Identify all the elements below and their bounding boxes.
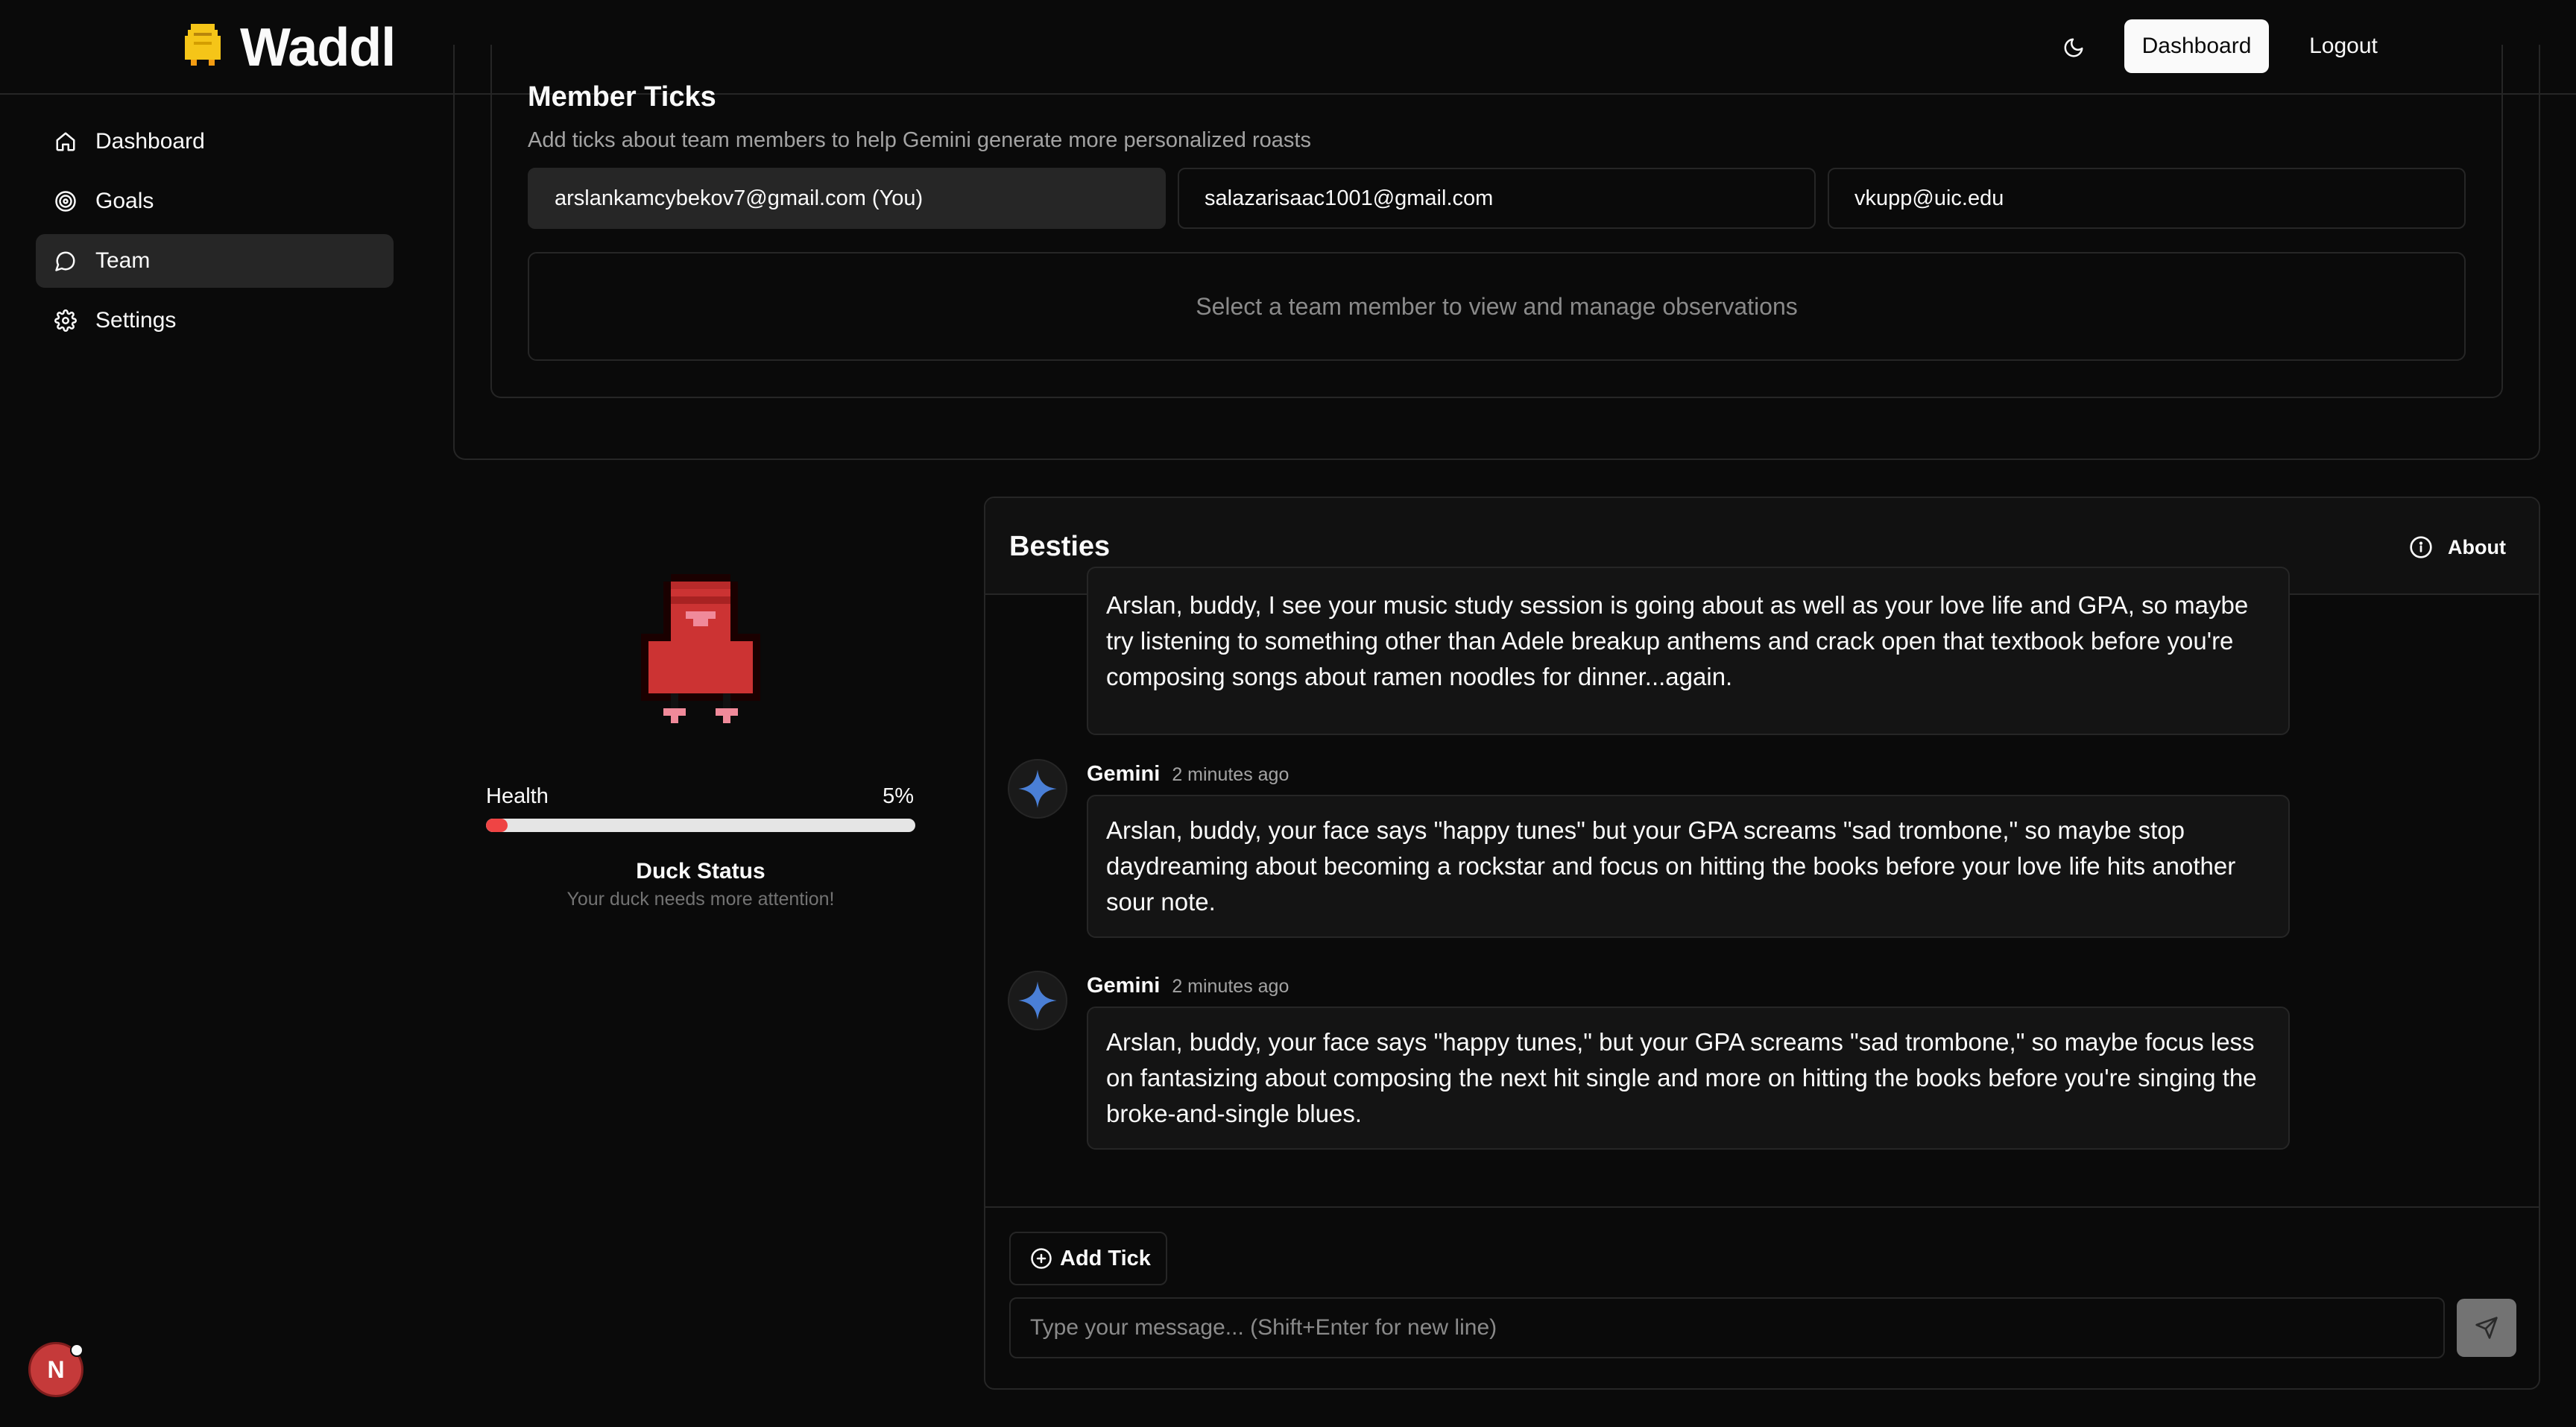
sidebar-item-dashboard[interactable]: Dashboard <box>36 115 394 168</box>
gemini-sparkle-icon <box>1018 981 1057 1020</box>
message-timestamp: 2 minutes ago <box>1172 976 1289 997</box>
message-bubble: Arslan, buddy, your face says "happy tun… <box>1087 795 2290 938</box>
duck-avatar <box>641 574 760 723</box>
member-ticks-subtitle: Add ticks about team members to help Gem… <box>528 128 1311 152</box>
send-button[interactable] <box>2457 1299 2516 1357</box>
member-ticks-title: Member Ticks <box>528 81 716 112</box>
home-icon <box>54 130 78 154</box>
health-label: Health <box>486 784 549 808</box>
target-icon <box>54 189 78 213</box>
member-tab-self[interactable]: arslankamcybekov7@gmail.com (You) <box>528 168 1166 229</box>
chat-divider <box>985 1206 2539 1208</box>
duck-status-hint: Your duck needs more attention! <box>566 889 835 910</box>
message-bubble-partial: Arslan, buddy, I see your music study se… <box>1087 567 2290 735</box>
sidebar-item-team[interactable]: Team <box>36 234 394 288</box>
message-list[interactable]: Arslan, buddy, I see your music study se… <box>985 567 2539 1150</box>
health-progress-fill <box>486 819 508 832</box>
gemini-avatar <box>1008 971 1067 1030</box>
sidebar-item-goals[interactable]: Goals <box>36 174 394 228</box>
chat-panel: Besties About Arslan, buddy, I see your … <box>984 497 2540 1390</box>
message-input[interactable] <box>1009 1297 2445 1358</box>
gemini-avatar <box>1008 759 1067 819</box>
duck-status-title: Duck Status <box>636 859 765 883</box>
about-button[interactable]: About <box>2409 531 2506 564</box>
sidebar-item-label: Dashboard <box>95 129 205 154</box>
sidebar-item-label: Team <box>95 248 151 273</box>
plus-circle-icon <box>1031 1248 1052 1269</box>
message-bubble: Arslan, buddy, your face says "happy tun… <box>1087 1007 2290 1150</box>
brand-name: Waddl <box>240 18 396 78</box>
message-author: Gemini <box>1087 974 1161 998</box>
status-indicator <box>70 1343 83 1357</box>
add-tick-label: Add Tick <box>1060 1246 1151 1270</box>
add-tick-button[interactable]: Add Tick <box>1009 1232 1167 1285</box>
message-author: Gemini <box>1087 762 1161 786</box>
gemini-sparkle-icon <box>1018 769 1057 808</box>
about-label: About <box>2448 535 2506 558</box>
info-icon <box>2410 536 2432 558</box>
sidebar-item-label: Settings <box>95 308 177 333</box>
sidebar: Dashboard Goals Team Settings <box>36 115 394 353</box>
member-tab-salazarisaac[interactable]: salazarisaac1001@gmail.com <box>1178 168 1816 229</box>
member-tab-vkupp[interactable]: vkupp@uic.edu <box>1828 168 2466 229</box>
message-timestamp: 2 minutes ago <box>1172 764 1289 785</box>
duck-logo-icon <box>185 24 221 66</box>
sidebar-item-label: Goals <box>95 189 154 213</box>
send-icon <box>2475 1317 2498 1339</box>
gear-icon <box>54 309 78 333</box>
health-value: 5% <box>883 784 914 808</box>
observations-empty-state: Select a team member to view and manage … <box>528 252 2466 361</box>
chat-bubble-icon <box>54 249 78 273</box>
brand[interactable]: Waddl <box>182 18 396 78</box>
health-progress-bar <box>486 819 915 832</box>
chat-title: Besties <box>1009 531 1111 562</box>
sidebar-item-settings[interactable]: Settings <box>36 294 394 347</box>
